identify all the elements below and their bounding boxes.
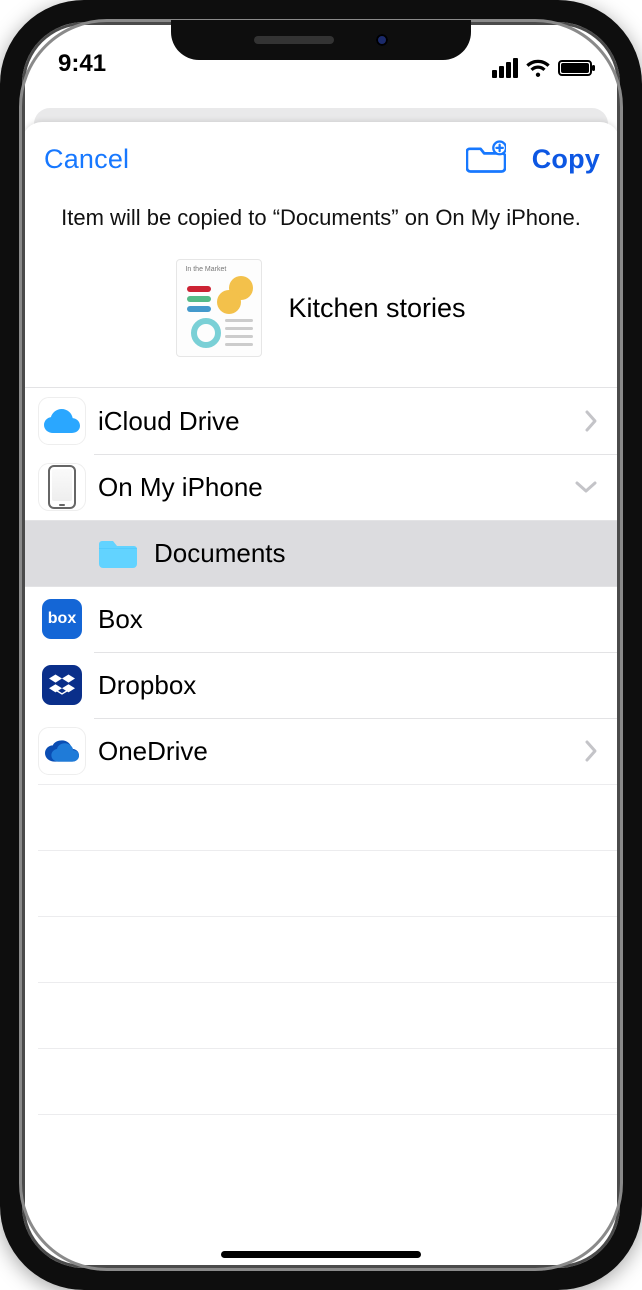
icloud-icon <box>38 397 86 445</box>
cancel-button[interactable]: Cancel <box>44 144 129 175</box>
chevron-down-icon <box>574 480 598 494</box>
dropbox-icon <box>38 661 86 709</box>
location-label: Box <box>98 604 598 635</box>
location-dropbox[interactable]: Dropbox <box>22 652 620 718</box>
locations-list: iCloud Drive On My iPhone Documents box <box>22 387 620 1180</box>
copy-sheet: Cancel Copy Item will be copied to “Docu… <box>22 122 620 1268</box>
new-folder-icon <box>466 140 506 174</box>
destination-message: Item will be copied to “Documents” on On… <box>22 195 620 231</box>
location-on-my-iphone[interactable]: On My iPhone <box>22 454 620 520</box>
battery-icon <box>558 60 592 76</box>
location-onedrive[interactable]: OneDrive <box>22 718 620 784</box>
location-label: OneDrive <box>98 736 584 767</box>
iphone-icon <box>38 463 86 511</box>
location-label: On My iPhone <box>98 472 574 503</box>
item-thumbnail: In the Market <box>176 259 262 357</box>
location-label: Dropbox <box>98 670 598 701</box>
location-box[interactable]: box Box <box>22 586 620 652</box>
chevron-right-icon <box>584 739 598 763</box>
location-label: Documents <box>154 538 598 569</box>
item-preview: In the Market Kitchen stories <box>22 231 620 387</box>
copy-button[interactable]: Copy <box>532 144 600 175</box>
empty-rows <box>22 784 620 1180</box>
folder-icon <box>94 529 142 577</box>
status-time: 9:41 <box>58 50 106 78</box>
home-indicator[interactable] <box>221 1251 421 1258</box>
box-icon: box <box>38 595 86 643</box>
wifi-icon <box>526 59 550 77</box>
new-folder-button[interactable] <box>466 140 506 179</box>
location-icloud-drive[interactable]: iCloud Drive <box>22 388 620 454</box>
location-label: iCloud Drive <box>98 406 584 437</box>
location-documents[interactable]: Documents <box>22 520 620 586</box>
chevron-right-icon <box>584 409 598 433</box>
cellular-icon <box>492 58 518 78</box>
item-title: Kitchen stories <box>288 293 465 324</box>
onedrive-icon <box>38 727 86 775</box>
